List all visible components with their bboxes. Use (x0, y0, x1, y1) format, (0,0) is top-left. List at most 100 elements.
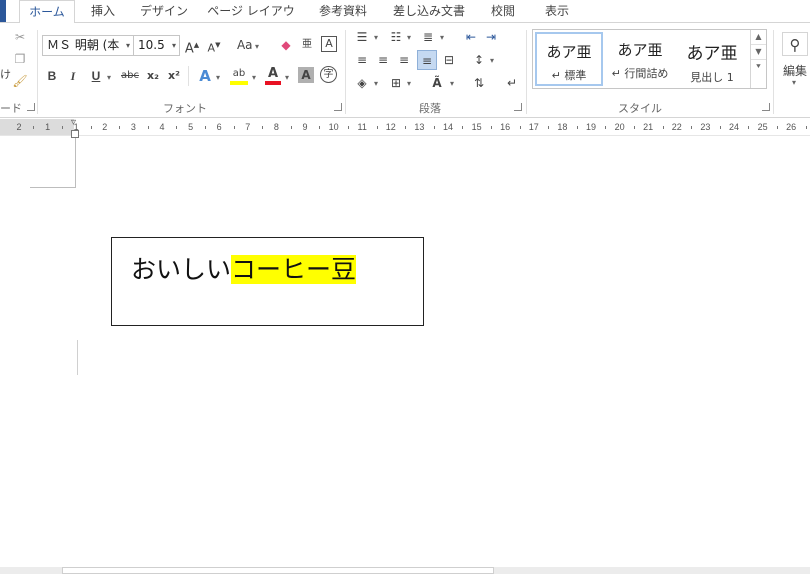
chevron-down-icon[interactable]: ▾ (285, 73, 289, 82)
ruler-number: 10 (328, 122, 339, 132)
enclose-characters-button[interactable]: 字 (320, 66, 337, 83)
ruler-tick (290, 126, 292, 129)
styles-launcher-icon[interactable] (762, 103, 770, 111)
tab-home[interactable]: ホーム (19, 0, 75, 23)
chevron-down-icon[interactable]: ▾ (450, 79, 454, 88)
align-left-icon[interactable]: ≡ (353, 51, 371, 69)
grow-font-button[interactable]: A▲ (184, 36, 200, 56)
ruler-number: 9 (302, 122, 308, 132)
ruler-number: 26 (786, 122, 797, 132)
show-marks-icon[interactable]: ↵ (503, 74, 521, 92)
chevron-down-icon: ▾ (125, 41, 130, 50)
scroll-down-icon[interactable]: ▼ (751, 44, 766, 59)
chevron-down-icon[interactable]: ▾ (792, 78, 796, 87)
styles-scroll: ▲ ▼ ⯆ (750, 30, 766, 88)
paste-label-fragment: け (0, 68, 11, 81)
line-spacing-icon[interactable]: ↕ (470, 51, 488, 69)
tab-design[interactable]: デザイン (136, 0, 192, 22)
chevron-down-icon[interactable]: ▾ (374, 33, 378, 42)
ruler-number: 13 (414, 122, 425, 132)
chevron-down-icon[interactable]: ▾ (374, 79, 378, 88)
chevron-down-icon[interactable]: ▾ (252, 73, 256, 82)
clipboard-launcher-icon[interactable] (27, 103, 35, 111)
style-normal[interactable]: あア亜 ↵ 標準 (535, 32, 603, 86)
font-size-combo[interactable]: 10.5 ▾ (133, 35, 180, 56)
copy-icon[interactable]: ❐ (10, 50, 30, 68)
ruler-tick (576, 126, 578, 129)
file-tab[interactable] (0, 0, 6, 22)
ribbon-tab-bar: ホーム 挿入 デザイン ページ レイアウト 参考資料 差し込み文書 校閲 表示 (0, 0, 810, 40)
more-styles-icon[interactable]: ⯆ (751, 59, 766, 74)
character-border-button[interactable]: A (321, 36, 337, 52)
font-launcher-icon[interactable] (334, 103, 342, 111)
editing-group-label[interactable]: 編集 (783, 62, 807, 79)
character-shading-button[interactable]: A (298, 67, 314, 83)
ruler-number: 15 (471, 122, 482, 132)
increase-indent-icon[interactable]: ⇥ (482, 28, 500, 46)
style-heading-1[interactable]: あア亜 見出し 1 (678, 32, 746, 86)
cut-icon[interactable]: ✂ (10, 28, 30, 46)
font-color-button[interactable]: A (265, 65, 281, 85)
text-box-content[interactable]: おいしいコーヒー豆 (131, 252, 357, 288)
ruler-tick (605, 126, 607, 129)
style-sample: あア亜 (546, 43, 592, 61)
ruler-number: 23 (700, 122, 711, 132)
paragraph-launcher-icon[interactable] (514, 103, 522, 111)
tab-references[interactable]: 参考資料 (312, 0, 374, 22)
justify-icon[interactable]: ≡ (417, 50, 437, 70)
sort-icon[interactable]: ⇅ (470, 74, 488, 92)
ruler-tick (90, 126, 92, 129)
tab-insert[interactable]: 挿入 (82, 0, 124, 22)
tab-review[interactable]: 校閲 (484, 0, 522, 22)
change-case-button[interactable]: Aa ▾ (233, 36, 263, 54)
find-binoculars-icon[interactable]: ⚲ (782, 32, 808, 56)
strikethrough-button[interactable]: abc (118, 67, 142, 85)
chevron-down-icon[interactable]: ▾ (407, 79, 411, 88)
style-name: ↵ 標準 (551, 69, 587, 82)
tab-mailings[interactable]: 差し込み文書 (390, 0, 468, 22)
ruler-number: 21 (643, 122, 654, 132)
tab-page-layout[interactable]: ページ レイアウト (206, 0, 296, 40)
scroll-up-icon[interactable]: ▲ (751, 30, 766, 44)
style-sample: あア亜 (686, 44, 738, 64)
numbering-icon[interactable]: ☷ (387, 28, 405, 46)
format-painter-icon[interactable]: 🖌 (10, 72, 30, 90)
decrease-indent-icon[interactable]: ⇤ (462, 28, 480, 46)
style-no-spacing[interactable]: あア亜 ↵ 行間詰め (606, 32, 674, 86)
chevron-down-icon[interactable]: ▾ (440, 33, 444, 42)
multilevel-list-icon[interactable]: ≣ (419, 28, 437, 46)
phonetic-guide-button[interactable]: 亜 (299, 36, 315, 54)
font-name-combo[interactable]: ＭＳ 明朝 (本 ▾ (42, 35, 134, 56)
chevron-down-icon[interactable]: ▾ (407, 33, 411, 42)
chevron-down-icon[interactable]: ▾ (107, 73, 111, 82)
underline-button[interactable]: U (88, 67, 104, 85)
ruler-number: 22 (671, 122, 682, 132)
clear-formatting-icon[interactable]: ◆ (277, 36, 295, 54)
chevron-down-icon[interactable]: ▾ (216, 73, 220, 82)
ruler-tick (548, 126, 550, 129)
align-center-icon[interactable]: ≡ (374, 51, 392, 69)
align-right-icon[interactable]: ≡ (395, 51, 413, 69)
bullets-icon[interactable]: ☰ (353, 28, 371, 46)
italic-button[interactable]: I (65, 67, 81, 85)
subscript-button[interactable]: x₂ (145, 67, 161, 85)
style-name: 見出し 1 (690, 71, 734, 84)
superscript-button[interactable]: x² (166, 67, 182, 85)
tab-view[interactable]: 表示 (538, 0, 576, 22)
ruler-number: 11 (357, 122, 367, 132)
horizontal-scrollbar-thumb[interactable] (62, 567, 494, 574)
chevron-down-icon[interactable]: ▾ (490, 56, 494, 65)
highlight-button[interactable]: ab (230, 65, 248, 85)
ruler-tick (490, 126, 492, 129)
ruler-number: 3 (130, 122, 136, 132)
shrink-font-button[interactable]: A▼ (206, 36, 222, 55)
distributed-icon[interactable]: ⊟ (440, 51, 458, 69)
ruler-tick (633, 126, 635, 129)
bold-button[interactable]: B (44, 67, 60, 85)
font-group-label: フォント (163, 102, 207, 115)
shading-icon[interactable]: ◈ (353, 74, 371, 92)
text-effects-button[interactable]: A (196, 67, 214, 85)
borders-icon[interactable]: ⊞ (387, 74, 405, 92)
ruler-tick (233, 126, 235, 129)
text-direction-icon[interactable]: Ã (428, 74, 446, 92)
